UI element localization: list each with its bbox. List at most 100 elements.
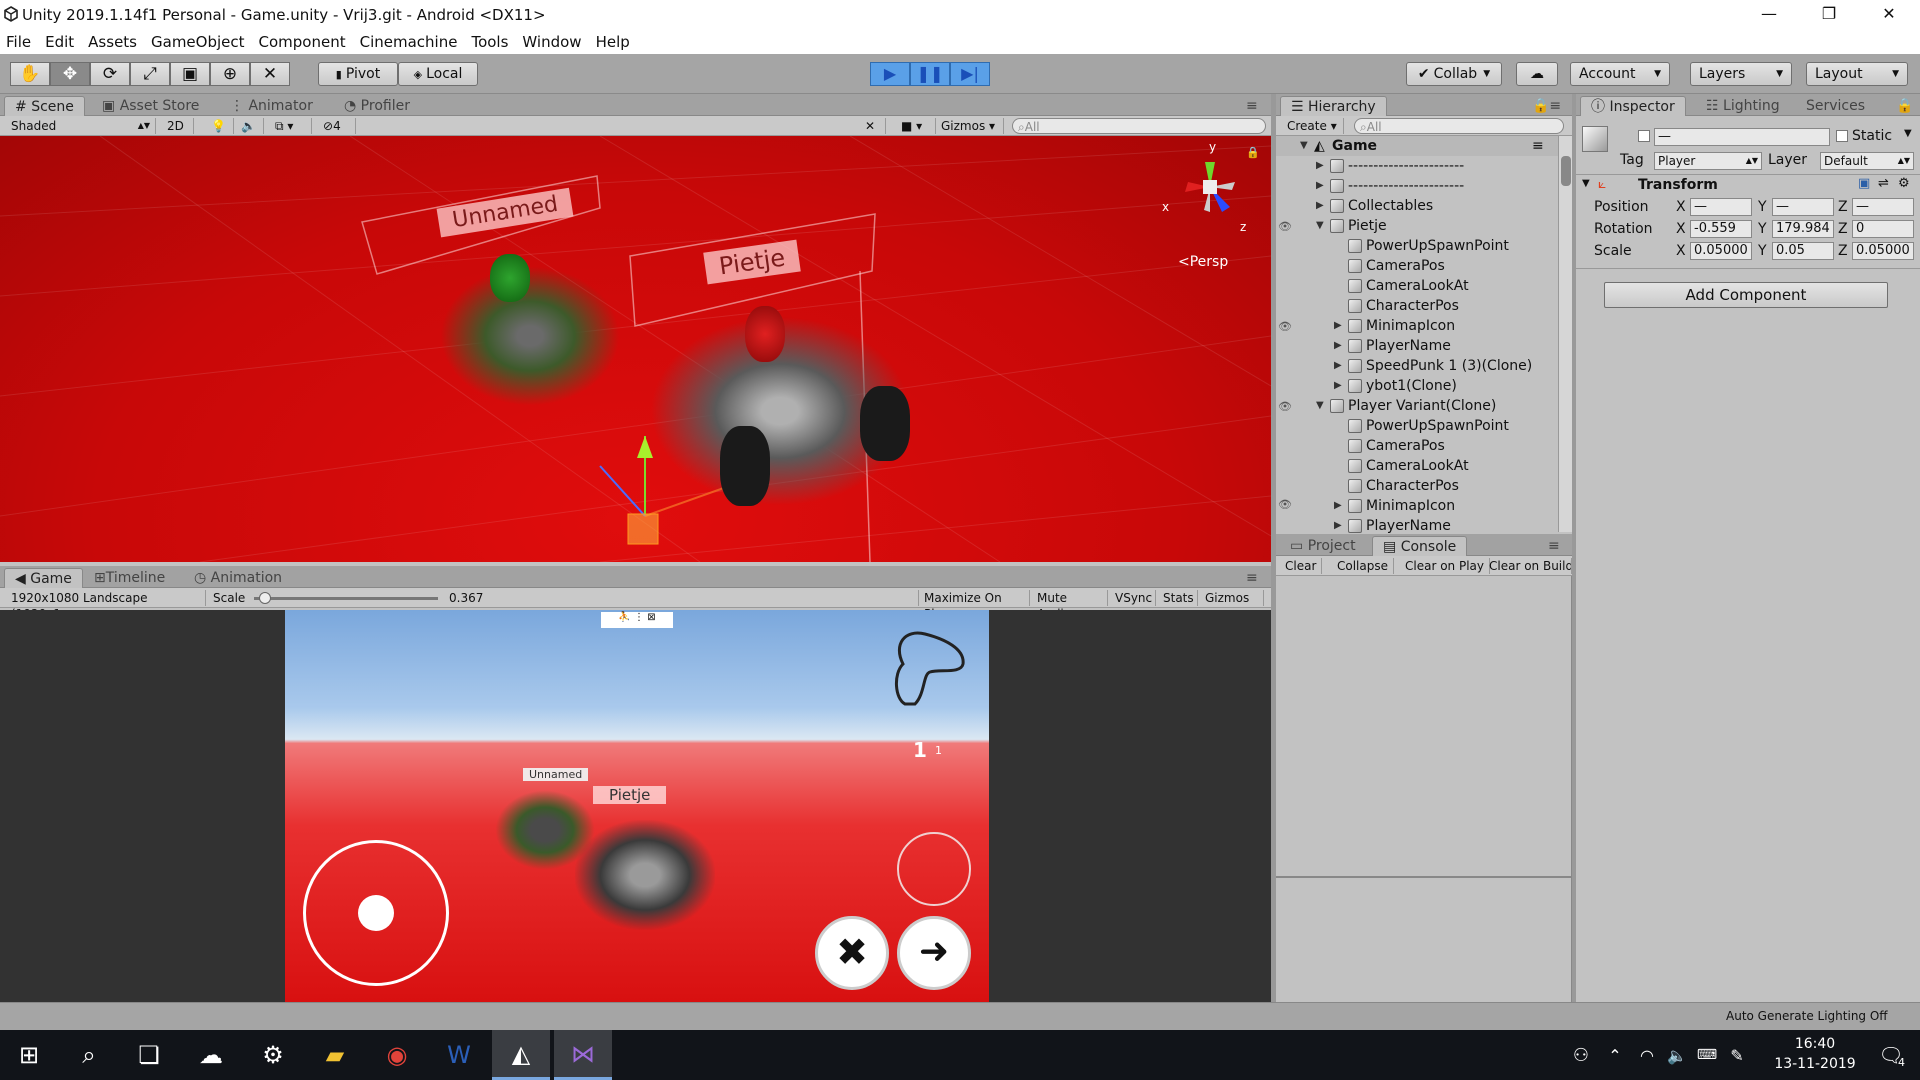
hierarchy-scrollbar[interactable] — [1558, 136, 1572, 532]
hierarchy-item[interactable]: CameraPos — [1276, 436, 1556, 456]
tab-asset-store[interactable]: ▣ Asset Store — [92, 96, 209, 116]
unity-taskbar-icon[interactable]: ◭ — [492, 1030, 550, 1080]
tab-animator[interactable]: ⋮ Animator — [220, 96, 323, 116]
hand-tool-icon[interactable]: ✋ — [10, 62, 50, 86]
hierarchy-item[interactable]: CharacterPos — [1276, 296, 1556, 316]
back-arrow-button-icon[interactable]: ➜ — [897, 916, 971, 990]
console-clear-on-play-toggle[interactable]: Clear on Play — [1400, 558, 1490, 574]
chevron-right-icon[interactable]: ▶ — [1316, 176, 1324, 196]
step-button[interactable]: ▶| — [950, 62, 990, 86]
hierarchy-item[interactable]: ▶ MinimapIcon — [1276, 496, 1556, 516]
menu-cinemachine[interactable]: Cinemachine — [353, 33, 465, 51]
maximize-on-play-toggle[interactable]: Maximize On Play — [918, 590, 1030, 621]
action-button-empty[interactable] — [897, 832, 971, 906]
chevron-right-icon[interactable]: ▶ — [1334, 316, 1342, 336]
hierarchy-search-input[interactable]: ⌕All — [1354, 118, 1564, 134]
lighting-toggle-icon[interactable]: 💡 — [206, 118, 234, 134]
position-x-field[interactable]: — — [1690, 198, 1752, 216]
camera-dropdown-icon[interactable]: ■ ▾ — [896, 118, 936, 134]
rotate-tool-icon[interactable]: ⟳ — [90, 62, 130, 86]
tab-animation[interactable]: ◷ Animation — [184, 568, 292, 588]
hierarchy-item[interactable]: ▶ Collectables — [1276, 196, 1556, 216]
word-icon[interactable]: W — [430, 1030, 488, 1080]
hierarchy-item[interactable]: ▶ ybot1(Clone) — [1276, 376, 1556, 396]
visibility-eye-icon[interactable]: 👁 — [1278, 320, 1292, 333]
pen-icon[interactable]: ✎ — [1722, 1030, 1752, 1080]
hierarchy-item[interactable]: ▼ Pietje — [1276, 216, 1556, 236]
lock-icon[interactable]: 🔒 — [1246, 146, 1260, 159]
hidden-objects-toggle[interactable]: ⊘4 — [318, 118, 356, 134]
layout-dropdown[interactable]: Layout ▼ — [1806, 62, 1908, 86]
rotation-x-field[interactable]: -0.559 — [1690, 220, 1752, 238]
chevron-right-icon[interactable]: ▶ — [1334, 356, 1342, 376]
panel-menu-icon[interactable]: ≡ — [1236, 96, 1268, 116]
chevron-right-icon[interactable]: ▶ — [1334, 516, 1342, 536]
tab-hierarchy[interactable]: ☰ Hierarchy — [1280, 96, 1387, 116]
play-button[interactable]: ▶ — [870, 62, 910, 86]
scene-root[interactable]: ▼ ◭ Game ≡ — [1276, 136, 1560, 156]
console-clear-button[interactable]: Clear — [1280, 558, 1323, 574]
chevron-right-icon[interactable]: ▶ — [1316, 196, 1324, 216]
audio-toggle-icon[interactable]: 🔈 — [236, 118, 264, 134]
tab-project[interactable]: ▭ Project — [1280, 536, 1366, 556]
preset-icon[interactable]: ⇌ — [1878, 176, 1889, 191]
visual-studio-icon[interactable]: ⋈ — [554, 1030, 612, 1080]
tab-lighting[interactable]: ☷ Lighting — [1696, 96, 1790, 116]
active-checkbox[interactable] — [1638, 130, 1650, 142]
volume-icon[interactable]: 🔈 — [1662, 1030, 1692, 1080]
mute-audio-toggle[interactable]: Mute Audio — [1032, 590, 1108, 621]
hierarchy-item[interactable]: PowerUpSpawnPoint — [1276, 236, 1556, 256]
visibility-eye-icon[interactable]: 👁 — [1278, 498, 1292, 511]
clock-time[interactable]: 16:40 — [1770, 1036, 1860, 1052]
menu-tools[interactable]: Tools — [464, 33, 515, 51]
add-component-button[interactable]: Add Component — [1604, 282, 1888, 308]
settings-gear-icon[interactable]: ⚙ — [244, 1030, 302, 1080]
scene-view[interactable]: Unnamed Pietje y x z <Persp 🔒 — [0, 136, 1271, 562]
lock-icon[interactable]: 🔒≡ — [1522, 96, 1571, 116]
menu-component[interactable]: Component — [252, 33, 353, 51]
chevron-up-icon[interactable]: ⌃ — [1600, 1030, 1630, 1080]
panel-divider[interactable] — [1271, 94, 1276, 1002]
console-clear-on-build-toggle[interactable]: Clear on Build — [1484, 558, 1572, 574]
wifi-icon[interactable]: ◠ — [1632, 1030, 1662, 1080]
chevron-down-icon[interactable]: ▼ — [1582, 178, 1590, 189]
hierarchy-item[interactable]: CameraLookAt — [1276, 276, 1556, 296]
keyboard-language-icon[interactable]: ⌨ — [1692, 1030, 1722, 1080]
windows-start-icon[interactable]: ⊞ — [0, 1030, 58, 1080]
layer-dropdown[interactable]: Default ▲▼ — [1820, 152, 1914, 170]
hierarchy-scrollbar-thumb[interactable] — [1561, 156, 1571, 186]
cloud-button[interactable]: ☁ — [1516, 62, 1558, 86]
position-y-field[interactable]: — — [1772, 198, 1834, 216]
collab-dropdown[interactable]: ✔ Collab ▼ — [1406, 62, 1502, 86]
hierarchy-item[interactable]: ▶ ----------------------- — [1276, 156, 1556, 176]
create-dropdown[interactable]: Create ▾ — [1282, 118, 1344, 134]
minimize-button[interactable]: — — [1746, 0, 1792, 30]
rect-tool-icon[interactable]: ▣ — [170, 62, 210, 86]
hierarchy-item[interactable]: CameraLookAt — [1276, 456, 1556, 476]
resolution-dropdown[interactable]: 1920x1080 Landscape (1920x1 ▲▼ — [6, 590, 206, 621]
scale-slider[interactable] — [254, 592, 438, 604]
layers-dropdown[interactable]: Layers ▼ — [1690, 62, 1792, 86]
visibility-eye-icon[interactable]: 👁 — [1278, 400, 1292, 413]
shading-dropdown[interactable]: Shaded ▲▼ — [6, 118, 156, 134]
persp-label[interactable]: <Persp — [1178, 254, 1228, 270]
static-checkbox[interactable] — [1836, 130, 1848, 142]
joystick-knob[interactable] — [358, 895, 394, 931]
panel-divider[interactable] — [1572, 94, 1576, 1002]
lock-icon[interactable]: 🔒≡ — [1886, 96, 1920, 134]
gizmos-dropdown[interactable]: Gizmos ▾ — [936, 118, 1004, 134]
app-icon[interactable]: ☁ — [182, 1030, 240, 1080]
orientation-gizmo-icon[interactable] — [1150, 142, 1260, 232]
scale-y-field[interactable]: 0.05 — [1772, 242, 1834, 260]
hierarchy-item[interactable]: ▶ SpeedPunk 1 (3)(Clone) — [1276, 356, 1556, 376]
chevron-right-icon[interactable]: ▶ — [1334, 376, 1342, 396]
scene-menu-icon[interactable]: ≡ — [1532, 136, 1544, 156]
tab-scene[interactable]: # Scene — [4, 96, 85, 116]
hierarchy-item[interactable]: PowerUpSpawnPoint — [1276, 416, 1556, 436]
gameobject-name-field[interactable]: — — [1654, 128, 1830, 146]
chevron-down-icon[interactable]: ▼ — [1316, 396, 1324, 416]
console-collapse-button[interactable]: Collapse — [1332, 558, 1394, 574]
brake-button-icon[interactable]: ✖ — [815, 916, 889, 990]
clock-date[interactable]: 13-11-2019 — [1770, 1056, 1860, 1072]
pause-button[interactable]: ❚❚ — [910, 62, 950, 86]
